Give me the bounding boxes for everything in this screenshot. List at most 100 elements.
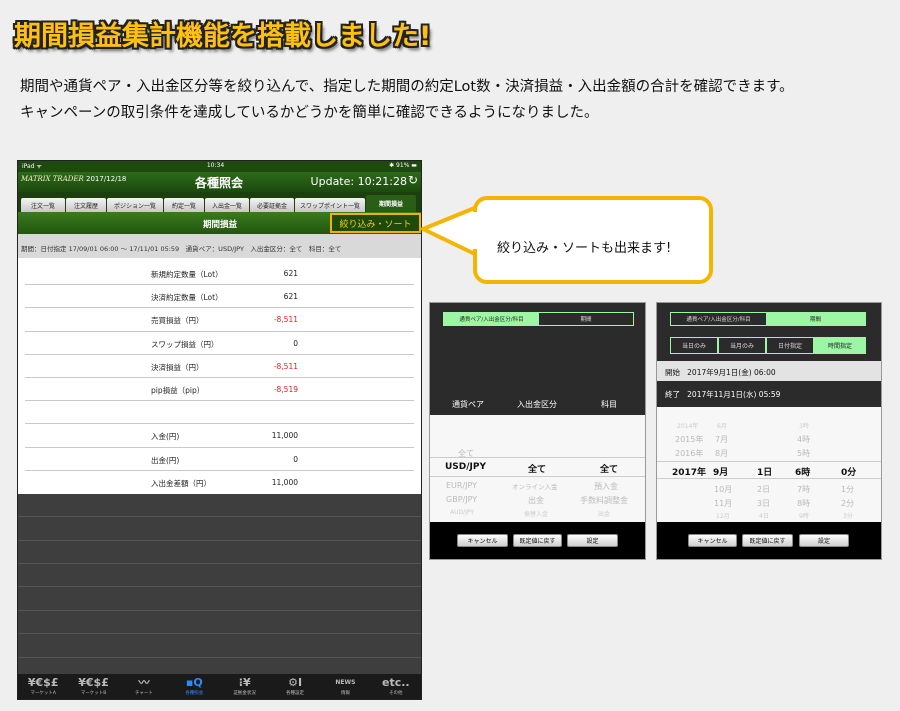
row-value: 0 (293, 454, 298, 464)
picker-option: 12月 (716, 513, 730, 520)
nav-label: 情報 (340, 691, 350, 696)
nav-market-a[interactable]: ¥€$£ マーケットA (18, 674, 68, 699)
section-title: 期間損益 (203, 220, 238, 230)
gear-icon: ⚙I (288, 676, 303, 689)
row-value: 11,000 (271, 477, 298, 487)
cancel-button[interactable]: キャンセル (688, 534, 737, 547)
picker-option: 2015年 (675, 435, 704, 444)
row-value: 621 (283, 292, 298, 302)
picker-selected-deposit: 全て (528, 465, 547, 475)
section-header: 期間損益 絞り込み・ソート (18, 212, 421, 234)
column-deposit-type: 入出金区分 (517, 400, 557, 409)
picker-option: 6月 (717, 423, 727, 430)
filter-segment: 通貨ペア/入出金区分/科目 期間 (443, 312, 634, 326)
picker-option: 3時 (799, 423, 809, 430)
column-item: 科目 (601, 400, 617, 409)
segment-period[interactable]: 期間 (766, 313, 865, 325)
tab-positions[interactable]: ポジション一覧 (107, 198, 163, 212)
quick-date-specified[interactable]: 日付指定 (766, 337, 814, 354)
filter-conditions: 期間：日付指定 17/09/01 06:00 ～ 17/11/01 05:59 … (18, 234, 421, 258)
picker-option: 出金 (598, 511, 611, 518)
cancel-button[interactable]: キャンセル (457, 534, 508, 547)
table-row: 決済損益（円） -8,511 (25, 355, 414, 378)
quick-this-month[interactable]: 当月のみ (718, 337, 766, 354)
etc-icon: etc.. (382, 676, 410, 689)
status-bar: iPad ᯤ 10:34 ✱ 91% ▬ (18, 161, 421, 172)
picker-option: 4時 (797, 435, 811, 444)
picker-option: 7月 (715, 435, 729, 444)
picker-option: 9時 (799, 513, 809, 520)
apply-button[interactable]: 設定 (799, 534, 849, 547)
apply-button[interactable]: 設定 (567, 534, 618, 547)
row-label: 売買損益（円） (151, 316, 204, 326)
description-line-2: キャンペーンの取引条件を達成しているかどうかを簡単に確認できるようになりました。 (20, 105, 599, 121)
tab-executions[interactable]: 約定一覧 (164, 198, 204, 212)
picker-option: 出金 (528, 496, 544, 505)
picker-selected-month: 9月 (713, 468, 729, 478)
nav-chart[interactable]: 〰チャート (119, 674, 169, 699)
tab-order-list[interactable]: 注文一覧 (21, 198, 65, 212)
period-pl-table: 新規約定数量（Lot） 621 決済約定数量（Lot） 621 売買損益（円） -8,… (18, 258, 421, 494)
picker-option: 全て (458, 449, 474, 458)
nav-label: 各種設定 (286, 691, 305, 696)
table-row: 売買損益（円） -8,511 (25, 308, 414, 332)
row-label: 決済損益（円） (151, 362, 204, 372)
period-quick-select: 当日のみ 当月のみ 日付指定 時間指定 (670, 337, 866, 354)
reset-default-button[interactable]: 既定値に戻す (513, 534, 562, 547)
segment-currency[interactable]: 通貨ペア/入出金区分/科目 (671, 313, 767, 325)
row-label: 出金(円) (151, 455, 180, 465)
nav-label: マーケットA (30, 691, 56, 696)
quick-time-specified[interactable]: 時間指定 (814, 337, 866, 354)
picker-option: 2016年 (675, 449, 704, 458)
filter-sort-button[interactable]: 絞り込み・ソート (330, 213, 421, 233)
tab-period-pl[interactable]: 期間損益 (366, 195, 416, 212)
nav-etc[interactable]: etc.. その他 (371, 674, 421, 699)
button-bar: キャンセル 既定値に戻す 設定 (657, 522, 881, 559)
table-row: 決済約定数量（Lot） 621 (25, 285, 414, 309)
reset-default-button[interactable]: 既定値に戻す (742, 534, 793, 547)
app-header: MATRIX TRADER 2017/12/18 各種照会 Update: 10… (18, 172, 421, 192)
start-label: 開始 (665, 368, 680, 377)
row-label: スワップ損益（円） (151, 339, 219, 349)
nav-market-b[interactable]: ¥€$£ マーケットB (68, 674, 118, 699)
status-battery: ✱ 91% ▬ (389, 162, 417, 169)
tab-margin[interactable]: 必要証拠金 (250, 198, 294, 212)
segment-currency[interactable]: 通貨ペア/入出金区分/科目 (444, 313, 539, 325)
nav-news[interactable]: NEWS 情報 (320, 674, 370, 699)
picker-option: 3日 (757, 499, 771, 508)
page-title: 各種照会 (195, 176, 244, 190)
chart-icon: 〰 (138, 676, 150, 689)
picker-option: 11月 (714, 499, 733, 508)
start-date-row[interactable]: 開始 2017年9月1日(金) 06:00 (657, 361, 881, 381)
tab-order-history[interactable]: 注文履歴 (66, 198, 106, 212)
picker-wheel[interactable]: 全て USD/JPY EUR/JPY GBP/JPY AUD/JPY 全て オン… (430, 415, 645, 525)
table-row: 入金(円) 11,000 (25, 424, 414, 448)
picker-option: 預入金 (594, 482, 618, 491)
end-date-row[interactable]: 終了 2017年11月1日(水) 05:59 (657, 383, 881, 403)
picker-option: 8月 (715, 449, 729, 458)
currency-icon: ¥€$£ (78, 676, 109, 689)
segment-period[interactable]: 期間 (539, 313, 633, 325)
picker-option: 2014年 (677, 423, 699, 430)
row-label: 入金(円) (151, 432, 180, 442)
status-time: 10:34 (206, 162, 225, 169)
bottom-nav: ¥€$£ マーケットA ¥€$£ マーケットB 〰チャート ▪Q 各種照会 ⁝¥ 証拠金… (18, 674, 421, 699)
nav-margin[interactable]: ⁝¥ 証拠金状況 (220, 674, 270, 699)
picker-option: 8時 (797, 499, 811, 508)
row-value: 621 (283, 269, 298, 278)
refresh-icon[interactable]: ↻ (408, 173, 418, 187)
table-row: pip損益（pip） -8,519 (25, 378, 414, 402)
nav-inquiry[interactable]: ▪Q 各種照会 (169, 674, 219, 699)
picker-option: 3分 (843, 513, 853, 520)
margin-icon: ⁝¥ (238, 676, 251, 689)
nav-settings[interactable]: ⚙I 各種設定 (270, 674, 320, 699)
header-date: 2017/12/18 (86, 175, 127, 183)
table-row: スワップ損益（円） 0 (25, 332, 414, 355)
datetime-picker-wheel[interactable]: 2014年 2015年 2016年 2017年 6月 7月 8月 9月 10月 … (657, 407, 881, 525)
nav-label: 証拠金状況 (233, 691, 256, 696)
row-label: 決済約定数量（Lot） (151, 293, 223, 303)
tab-deposits[interactable]: 入出金一覧 (205, 198, 249, 212)
nav-label: 各種照会 (185, 691, 204, 696)
quick-today[interactable]: 当日のみ (670, 337, 718, 354)
tab-swap[interactable]: スワップポイント一覧 (295, 198, 365, 212)
